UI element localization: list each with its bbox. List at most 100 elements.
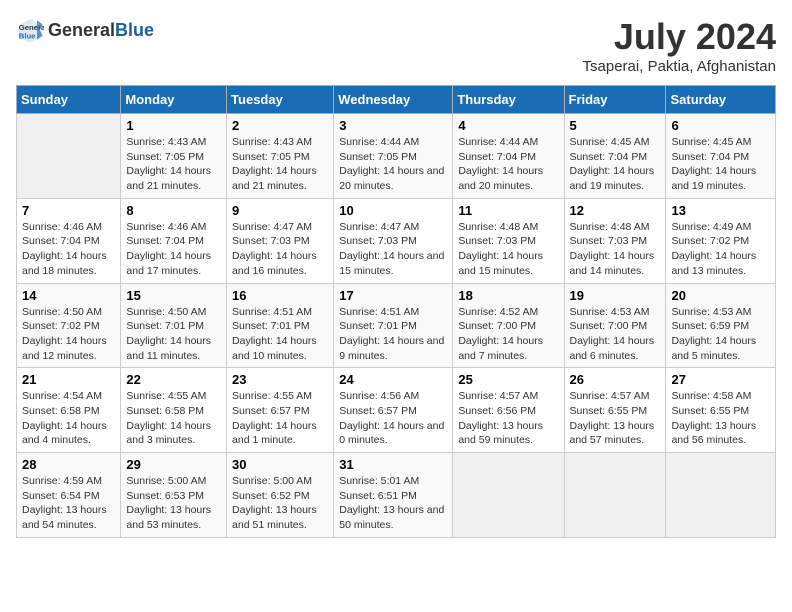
day-info: Sunrise: 5:00 AMSunset: 6:53 PMDaylight:…: [126, 475, 211, 531]
day-info: Sunrise: 4:44 AMSunset: 7:05 PMDaylight:…: [339, 136, 444, 192]
day-number: 23: [232, 372, 328, 387]
calendar-week-1: 7 Sunrise: 4:46 AMSunset: 7:04 PMDayligh…: [17, 198, 776, 283]
calendar-week-3: 21 Sunrise: 4:54 AMSunset: 6:58 PMDaylig…: [17, 368, 776, 453]
calendar-cell: 23 Sunrise: 4:55 AMSunset: 6:57 PMDaylig…: [227, 368, 334, 453]
svg-text:Blue: Blue: [19, 31, 36, 40]
day-info: Sunrise: 4:49 AMSunset: 7:02 PMDaylight:…: [671, 221, 756, 277]
calendar-cell: 25 Sunrise: 4:57 AMSunset: 6:56 PMDaylig…: [453, 368, 564, 453]
calendar-cell: 22 Sunrise: 4:55 AMSunset: 6:58 PMDaylig…: [121, 368, 227, 453]
calendar-cell: 10 Sunrise: 4:47 AMSunset: 7:03 PMDaylig…: [334, 198, 453, 283]
day-number: 31: [339, 457, 447, 472]
day-number: 2: [232, 118, 328, 133]
calendar-cell: [453, 453, 564, 538]
calendar-cell: 13 Sunrise: 4:49 AMSunset: 7:02 PMDaylig…: [666, 198, 776, 283]
calendar-cell: 5 Sunrise: 4:45 AMSunset: 7:04 PMDayligh…: [564, 114, 666, 199]
day-info: Sunrise: 4:53 AMSunset: 6:59 PMDaylight:…: [671, 306, 756, 362]
day-number: 22: [126, 372, 221, 387]
calendar-cell: 4 Sunrise: 4:44 AMSunset: 7:04 PMDayligh…: [453, 114, 564, 199]
day-number: 19: [570, 288, 661, 303]
day-number: 3: [339, 118, 447, 133]
day-number: 21: [22, 372, 115, 387]
subtitle: Tsaperai, Paktia, Afghanistan: [583, 58, 776, 75]
day-number: 27: [671, 372, 770, 387]
logo: General Blue General Blue: [16, 16, 154, 44]
calendar-cell: 27 Sunrise: 4:58 AMSunset: 6:55 PMDaylig…: [666, 368, 776, 453]
day-info: Sunrise: 4:56 AMSunset: 6:57 PMDaylight:…: [339, 390, 444, 446]
calendar-header: SundayMondayTuesdayWednesdayThursdayFrid…: [17, 86, 776, 114]
day-info: Sunrise: 4:43 AMSunset: 7:05 PMDaylight:…: [126, 136, 211, 192]
day-info: Sunrise: 4:57 AMSunset: 6:56 PMDaylight:…: [458, 390, 543, 446]
calendar-cell: 18 Sunrise: 4:52 AMSunset: 7:00 PMDaylig…: [453, 283, 564, 368]
day-info: Sunrise: 4:59 AMSunset: 6:54 PMDaylight:…: [22, 475, 107, 531]
weekday-header-wednesday: Wednesday: [334, 86, 453, 114]
day-number: 13: [671, 203, 770, 218]
day-number: 7: [22, 203, 115, 218]
day-info: Sunrise: 4:46 AMSunset: 7:04 PMDaylight:…: [126, 221, 211, 277]
calendar-cell: 2 Sunrise: 4:43 AMSunset: 7:05 PMDayligh…: [227, 114, 334, 199]
day-info: Sunrise: 4:53 AMSunset: 7:00 PMDaylight:…: [570, 306, 655, 362]
calendar-cell: 21 Sunrise: 4:54 AMSunset: 6:58 PMDaylig…: [17, 368, 121, 453]
calendar-cell: 15 Sunrise: 4:50 AMSunset: 7:01 PMDaylig…: [121, 283, 227, 368]
calendar-cell: 8 Sunrise: 4:46 AMSunset: 7:04 PMDayligh…: [121, 198, 227, 283]
day-number: 12: [570, 203, 661, 218]
weekday-header-monday: Monday: [121, 86, 227, 114]
calendar-cell: [564, 453, 666, 538]
day-number: 15: [126, 288, 221, 303]
day-info: Sunrise: 4:50 AMSunset: 7:01 PMDaylight:…: [126, 306, 211, 362]
day-number: 8: [126, 203, 221, 218]
day-info: Sunrise: 4:52 AMSunset: 7:00 PMDaylight:…: [458, 306, 543, 362]
weekday-header-tuesday: Tuesday: [227, 86, 334, 114]
day-number: 10: [339, 203, 447, 218]
calendar-cell: 3 Sunrise: 4:44 AMSunset: 7:05 PMDayligh…: [334, 114, 453, 199]
day-info: Sunrise: 4:54 AMSunset: 6:58 PMDaylight:…: [22, 390, 107, 446]
day-info: Sunrise: 4:50 AMSunset: 7:02 PMDaylight:…: [22, 306, 107, 362]
calendar-week-2: 14 Sunrise: 4:50 AMSunset: 7:02 PMDaylig…: [17, 283, 776, 368]
day-number: 26: [570, 372, 661, 387]
calendar-cell: 6 Sunrise: 4:45 AMSunset: 7:04 PMDayligh…: [666, 114, 776, 199]
calendar-cell: 31 Sunrise: 5:01 AMSunset: 6:51 PMDaylig…: [334, 453, 453, 538]
weekday-header-friday: Friday: [564, 86, 666, 114]
logo-icon: General Blue: [16, 16, 44, 44]
calendar-cell: 24 Sunrise: 4:56 AMSunset: 6:57 PMDaylig…: [334, 368, 453, 453]
calendar-week-0: 1 Sunrise: 4:43 AMSunset: 7:05 PMDayligh…: [17, 114, 776, 199]
calendar-table: SundayMondayTuesdayWednesdayThursdayFrid…: [16, 85, 776, 538]
calendar-cell: 29 Sunrise: 5:00 AMSunset: 6:53 PMDaylig…: [121, 453, 227, 538]
day-info: Sunrise: 4:45 AMSunset: 7:04 PMDaylight:…: [570, 136, 655, 192]
calendar-week-4: 28 Sunrise: 4:59 AMSunset: 6:54 PMDaylig…: [17, 453, 776, 538]
calendar-cell: 14 Sunrise: 4:50 AMSunset: 7:02 PMDaylig…: [17, 283, 121, 368]
day-number: 14: [22, 288, 115, 303]
weekday-header-saturday: Saturday: [666, 86, 776, 114]
calendar-cell: 1 Sunrise: 4:43 AMSunset: 7:05 PMDayligh…: [121, 114, 227, 199]
weekday-header-sunday: Sunday: [17, 86, 121, 114]
day-info: Sunrise: 4:48 AMSunset: 7:03 PMDaylight:…: [570, 221, 655, 277]
calendar-cell: 17 Sunrise: 4:51 AMSunset: 7:01 PMDaylig…: [334, 283, 453, 368]
page-header: General Blue General Blue July 2024 Tsap…: [16, 16, 776, 75]
title-block: July 2024 Tsaperai, Paktia, Afghanistan: [583, 16, 776, 75]
calendar-cell: 26 Sunrise: 4:57 AMSunset: 6:55 PMDaylig…: [564, 368, 666, 453]
main-title: July 2024: [583, 16, 776, 58]
calendar-cell: 16 Sunrise: 4:51 AMSunset: 7:01 PMDaylig…: [227, 283, 334, 368]
day-number: 18: [458, 288, 558, 303]
logo-general-text: General: [48, 20, 115, 41]
calendar-cell: 19 Sunrise: 4:53 AMSunset: 7:00 PMDaylig…: [564, 283, 666, 368]
day-number: 4: [458, 118, 558, 133]
day-number: 11: [458, 203, 558, 218]
day-info: Sunrise: 4:57 AMSunset: 6:55 PMDaylight:…: [570, 390, 655, 446]
day-number: 28: [22, 457, 115, 472]
day-number: 20: [671, 288, 770, 303]
calendar-cell: 30 Sunrise: 5:00 AMSunset: 6:52 PMDaylig…: [227, 453, 334, 538]
calendar-cell: 11 Sunrise: 4:48 AMSunset: 7:03 PMDaylig…: [453, 198, 564, 283]
day-info: Sunrise: 4:55 AMSunset: 6:57 PMDaylight:…: [232, 390, 317, 446]
day-number: 29: [126, 457, 221, 472]
day-info: Sunrise: 4:44 AMSunset: 7:04 PMDaylight:…: [458, 136, 543, 192]
day-number: 24: [339, 372, 447, 387]
day-info: Sunrise: 4:51 AMSunset: 7:01 PMDaylight:…: [339, 306, 444, 362]
day-info: Sunrise: 4:47 AMSunset: 7:03 PMDaylight:…: [339, 221, 444, 277]
calendar-cell: [666, 453, 776, 538]
header-row: SundayMondayTuesdayWednesdayThursdayFrid…: [17, 86, 776, 114]
day-number: 5: [570, 118, 661, 133]
day-number: 16: [232, 288, 328, 303]
weekday-header-thursday: Thursday: [453, 86, 564, 114]
day-number: 25: [458, 372, 558, 387]
calendar-cell: 28 Sunrise: 4:59 AMSunset: 6:54 PMDaylig…: [17, 453, 121, 538]
